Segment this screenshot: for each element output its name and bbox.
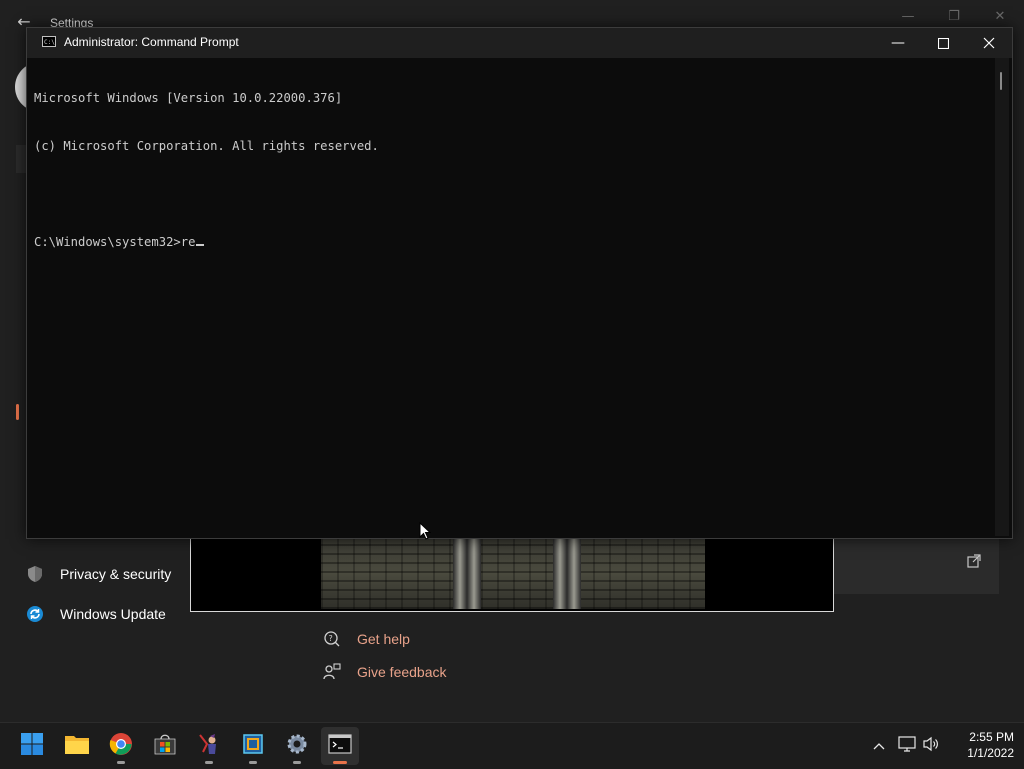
cmd-minimize-button[interactable]: — (875, 28, 921, 58)
taskbar-chrome[interactable] (102, 727, 140, 765)
text-cursor (196, 244, 205, 246)
give-feedback-link[interactable]: Give feedback (322, 660, 447, 684)
taskbar-microsoft-store[interactable] (146, 727, 184, 765)
console-output[interactable]: Microsoft Windows [Version 10.0.22000.37… (34, 58, 994, 536)
command-prompt-window[interactable]: C:\ Administrator: Command Prompt — Micr… (26, 27, 1013, 539)
taskbar-file-explorer[interactable] (58, 727, 96, 765)
console-icon: C:\ (42, 36, 56, 47)
taskbar: 2:55 PM 1/1/2022 (0, 722, 1024, 769)
taskbar-game[interactable] (190, 727, 228, 765)
terminal-icon (328, 733, 352, 759)
scrollbar-thumb[interactable] (1000, 72, 1002, 90)
network-icon (898, 736, 916, 756)
clock-time: 2:55 PM (969, 730, 1014, 744)
console-line: (c) Microsoft Corporation. All rights re… (34, 139, 379, 153)
virtualbox-icon (241, 732, 265, 760)
running-indicator (293, 761, 301, 764)
help-link-label: Get help (357, 631, 410, 647)
sidebar-item-label: Privacy & security (60, 566, 172, 582)
chevron-up-icon (873, 739, 885, 754)
get-help-link[interactable]: ? Get help (322, 627, 410, 651)
preview-image (321, 537, 705, 609)
chrome-icon (109, 732, 133, 760)
feedback-icon (322, 662, 342, 682)
taskbar-settings[interactable] (278, 727, 316, 765)
feedback-link-label: Give feedback (357, 664, 447, 680)
shield-icon (26, 565, 44, 583)
console-line: Microsoft Windows [Version 10.0.22000.37… (34, 91, 343, 105)
network-button[interactable] (896, 723, 918, 769)
open-external-icon[interactable] (967, 554, 983, 570)
game-icon (197, 732, 221, 760)
cmd-title: Administrator: Command Prompt (64, 35, 239, 49)
cmd-close-button[interactable] (966, 28, 1012, 58)
running-indicator (205, 761, 213, 764)
start-icon (20, 732, 44, 760)
cmd-maximize-button[interactable] (920, 28, 966, 58)
start-button[interactable] (13, 727, 51, 765)
sidebar-item-privacy-security[interactable]: Privacy & security (26, 560, 171, 588)
clock-date: 1/1/2022 (967, 746, 1014, 760)
file-explorer-icon (64, 733, 90, 759)
taskbar-virtualbox[interactable] (234, 727, 272, 765)
mouse-pointer-icon (419, 521, 432, 540)
running-indicator (249, 761, 257, 764)
sidebar-selection-indicator (16, 404, 19, 420)
sidebar-item-windows-update[interactable]: Windows Update (26, 600, 166, 628)
volume-icon (922, 736, 940, 756)
console-prompt-text: C:\Windows\system32>re (34, 235, 196, 249)
sidebar-item-label: Windows Update (60, 606, 166, 622)
cmd-titlebar[interactable]: C:\ Administrator: Command Prompt — (27, 28, 1012, 58)
console-prompt-line[interactable]: C:\Windows\system32>re (34, 234, 994, 250)
console-scrollbar[interactable] (995, 58, 1009, 536)
volume-button[interactable] (920, 723, 942, 769)
taskbar-clock[interactable]: 2:55 PM 1/1/2022 (944, 729, 1014, 761)
microsoft-store-icon (153, 732, 177, 760)
taskbar-command-prompt[interactable] (321, 727, 359, 765)
settings-gear-icon (285, 732, 309, 760)
help-icon: ? (322, 629, 342, 649)
sidebar-search-edge (16, 145, 26, 173)
game-preview (190, 537, 834, 612)
running-indicator (117, 761, 125, 764)
refresh-icon (26, 605, 44, 623)
svg-text:?: ? (329, 634, 333, 643)
active-indicator (333, 761, 347, 764)
show-hidden-icons-button[interactable] (868, 723, 890, 769)
